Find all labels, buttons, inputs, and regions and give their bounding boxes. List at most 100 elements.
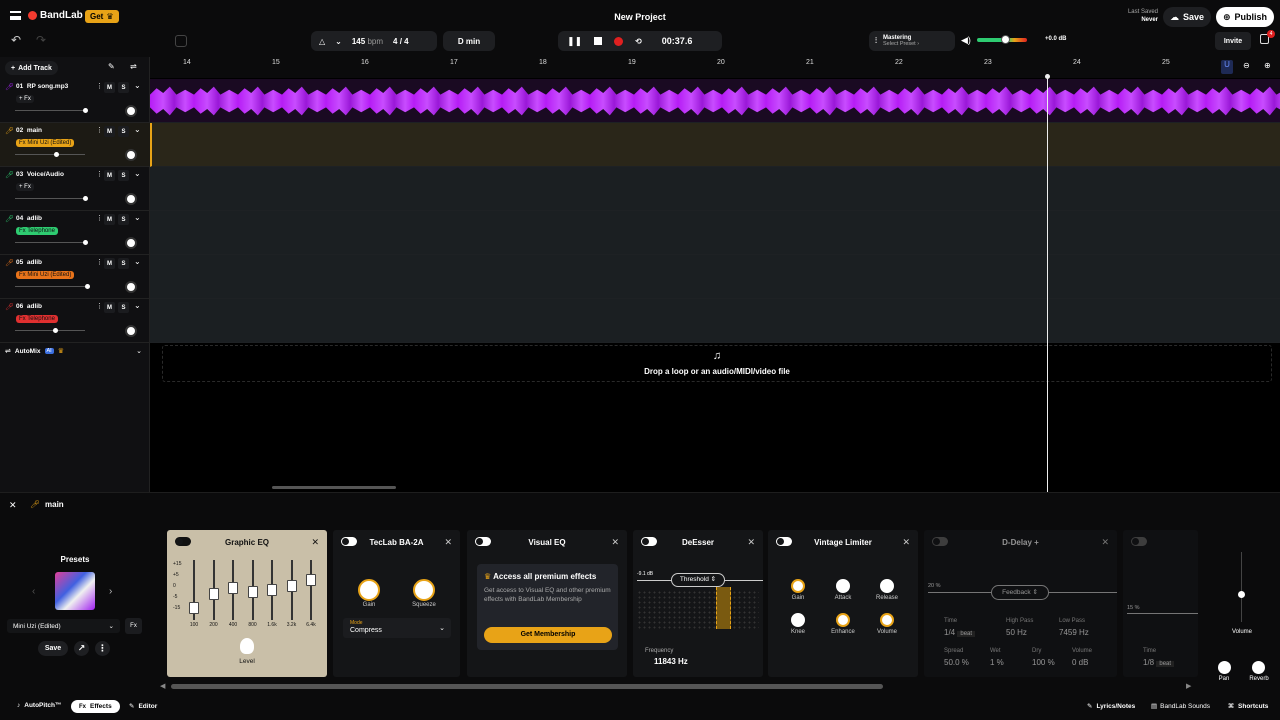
add-track-button[interactable]: + Add Track — [5, 61, 58, 75]
track-lane[interactable] — [150, 211, 1280, 255]
share-icon[interactable]: ↗ — [74, 641, 89, 656]
key-selector[interactable]: D min — [443, 31, 495, 51]
volume-fader-handle[interactable] — [1238, 591, 1245, 598]
track-volume-handle[interactable] — [85, 284, 90, 289]
more-icon[interactable]: ⋮ — [96, 214, 103, 222]
zoom-in-icon[interactable]: ⊕ — [1264, 61, 1271, 70]
chevron-down-icon[interactable]: ⌄ — [134, 213, 141, 222]
solo-button[interactable]: S — [118, 126, 129, 137]
fx-chain-icon[interactable]: Fx — [125, 618, 142, 634]
track-header[interactable]: 🎤︎ 02 main Fx Mini Uzi (Edited) ⋮ M S ⌄ — [0, 123, 150, 167]
chevron-down-icon[interactable]: ⌄ — [134, 81, 141, 90]
eq-band-slider[interactable]: 800 — [247, 560, 258, 630]
redo-icon[interactable]: ↷ — [36, 33, 46, 47]
timeline-ruler[interactable]: 14 15 16 17 18 19 20 21 22 23 24 25 — [150, 57, 1280, 78]
track-fx-badge[interactable]: + Fx — [16, 95, 34, 103]
bpm-value[interactable]: 145 — [352, 37, 365, 46]
track-volume-slider[interactable] — [15, 240, 88, 245]
track-volume-handle[interactable] — [83, 108, 88, 113]
scroll-right-icon[interactable]: ▶ — [1186, 682, 1191, 690]
track-settings-icon[interactable]: ⇌ — [130, 62, 137, 71]
vintage-limiter-close-icon[interactable]: ✕ — [902, 537, 910, 548]
audio-clip-region[interactable] — [152, 123, 1280, 166]
track-volume-slider[interactable] — [15, 328, 85, 333]
ddelay-beat[interactable]: beat — [957, 631, 976, 637]
bandlab-logo[interactable]: BandLab — [28, 10, 83, 21]
eq-band-handle[interactable] — [306, 574, 316, 586]
menu-icon[interactable] — [10, 11, 21, 20]
track-lane[interactable] — [150, 255, 1280, 299]
prev-preset-icon[interactable]: ‹ — [32, 586, 35, 597]
pan-knob[interactable] — [1218, 661, 1231, 674]
lyrics-notes-button[interactable]: ✎ Lyrics/Notes — [1087, 702, 1135, 711]
playhead[interactable] — [1047, 77, 1048, 492]
track-header[interactable]: 🎤︎ 04 adlib Fx Telephone ⋮ M S ⌄ — [0, 211, 150, 255]
shortcuts-button[interactable]: ⌘ Shortcuts — [1228, 702, 1268, 711]
solo-button[interactable]: S — [118, 258, 129, 269]
knee-knob[interactable] — [791, 613, 805, 627]
chevron-down-icon[interactable]: ⌄ — [134, 169, 141, 178]
chevron-down-icon[interactable]: ⌄ — [134, 125, 141, 134]
close-fx-panel-icon[interactable]: ✕ — [9, 500, 17, 511]
timeline-scrollbar[interactable] — [272, 486, 396, 489]
frequency-band[interactable] — [716, 587, 731, 629]
mute-button[interactable]: M — [104, 258, 115, 269]
track-lane[interactable] — [150, 79, 1280, 123]
deesser-close-icon[interactable]: ✕ — [747, 537, 755, 548]
track-pan-knob[interactable] — [125, 237, 137, 249]
record-icon[interactable] — [614, 36, 624, 46]
solo-button[interactable]: S — [118, 214, 129, 225]
pause-icon[interactable]: ❚❚ — [567, 36, 582, 47]
eq-band-handle[interactable] — [228, 582, 238, 594]
frequency-value[interactable]: 11843 Hz — [654, 657, 688, 666]
track-fx-badge[interactable]: Fx Telephone — [16, 315, 58, 323]
track-header[interactable]: 🎤︎ 06 adlib Fx Telephone ⋮ M S ⌄ — [0, 299, 150, 343]
track-fx-badge[interactable]: Fx Telephone — [16, 227, 58, 235]
mode-dropdown[interactable]: Mode Compress ⌄ — [343, 618, 451, 638]
pen-icon[interactable]: ✎ — [108, 62, 115, 71]
chevron-down-icon[interactable]: ⌄ — [134, 257, 141, 266]
speaker-icon[interactable]: ◀) — [961, 35, 971, 46]
more-icon[interactable]: ⋮ — [96, 82, 103, 90]
spread-value[interactable]: 50.0 % — [944, 658, 969, 667]
mute-button[interactable]: M — [104, 214, 115, 225]
master-volume-knob[interactable] — [1001, 35, 1010, 44]
save-button[interactable]: ☁ Save — [1163, 7, 1211, 27]
eq-band-handle[interactable] — [189, 602, 199, 614]
volume-knob[interactable] — [880, 613, 894, 627]
gain-knob[interactable] — [358, 579, 380, 601]
lowpass-value[interactable]: 7459 Hz — [1059, 628, 1089, 637]
loop-icon[interactable]: ⟲ — [635, 37, 642, 46]
playhead-handle[interactable] — [1045, 74, 1050, 79]
reverb-knob[interactable] — [1252, 661, 1265, 674]
get-membership-button[interactable]: Get ♛ — [85, 10, 119, 23]
bandlab-sounds-button[interactable]: ▤ BandLab Sounds — [1151, 702, 1210, 711]
dry-value[interactable]: 100 % — [1032, 658, 1055, 667]
zoom-out-icon[interactable]: ⊖ — [1243, 61, 1250, 70]
track-pan-knob[interactable] — [125, 105, 137, 117]
squeeze-knob[interactable] — [413, 579, 435, 601]
get-membership-cta[interactable]: Get Membership — [484, 627, 612, 643]
ddelay-volume-value[interactable]: 0 dB — [1072, 658, 1088, 667]
invite-button[interactable]: Invite — [1215, 32, 1251, 50]
track-fx-badge[interactable]: + Fx — [16, 183, 34, 191]
preset-dropdown[interactable]: Mini Uzi (Edited) ⌄ — [7, 619, 120, 633]
track-volume-slider[interactable] — [15, 284, 90, 289]
more-icon[interactable]: ⋮ — [96, 126, 103, 134]
track-volume-slider[interactable] — [15, 108, 88, 113]
solo-button[interactable]: S — [118, 170, 129, 181]
automix-row[interactable]: ⇌ AutoMix AI ♛ ⌄ — [5, 347, 150, 356]
volume-fader-track[interactable] — [1241, 552, 1242, 622]
stop-icon[interactable] — [594, 37, 603, 45]
next-preset-icon[interactable]: › — [109, 586, 112, 597]
magnet-icon[interactable]: U — [1221, 60, 1233, 74]
track-volume-handle[interactable] — [83, 240, 88, 245]
eq-band-slider[interactable]: 100 — [189, 560, 199, 630]
metronome-icon[interactable]: △ — [319, 37, 325, 46]
track-volume-slider[interactable] — [15, 152, 85, 157]
track-volume-slider[interactable] — [15, 196, 88, 201]
threshold-handle[interactable]: Threshold ⇕ — [671, 573, 725, 587]
mute-button[interactable]: M — [104, 126, 115, 137]
more-icon[interactable]: ⋮ — [96, 302, 103, 310]
autopitch-tab[interactable]: ♪ AutoPitch™ — [17, 702, 61, 709]
